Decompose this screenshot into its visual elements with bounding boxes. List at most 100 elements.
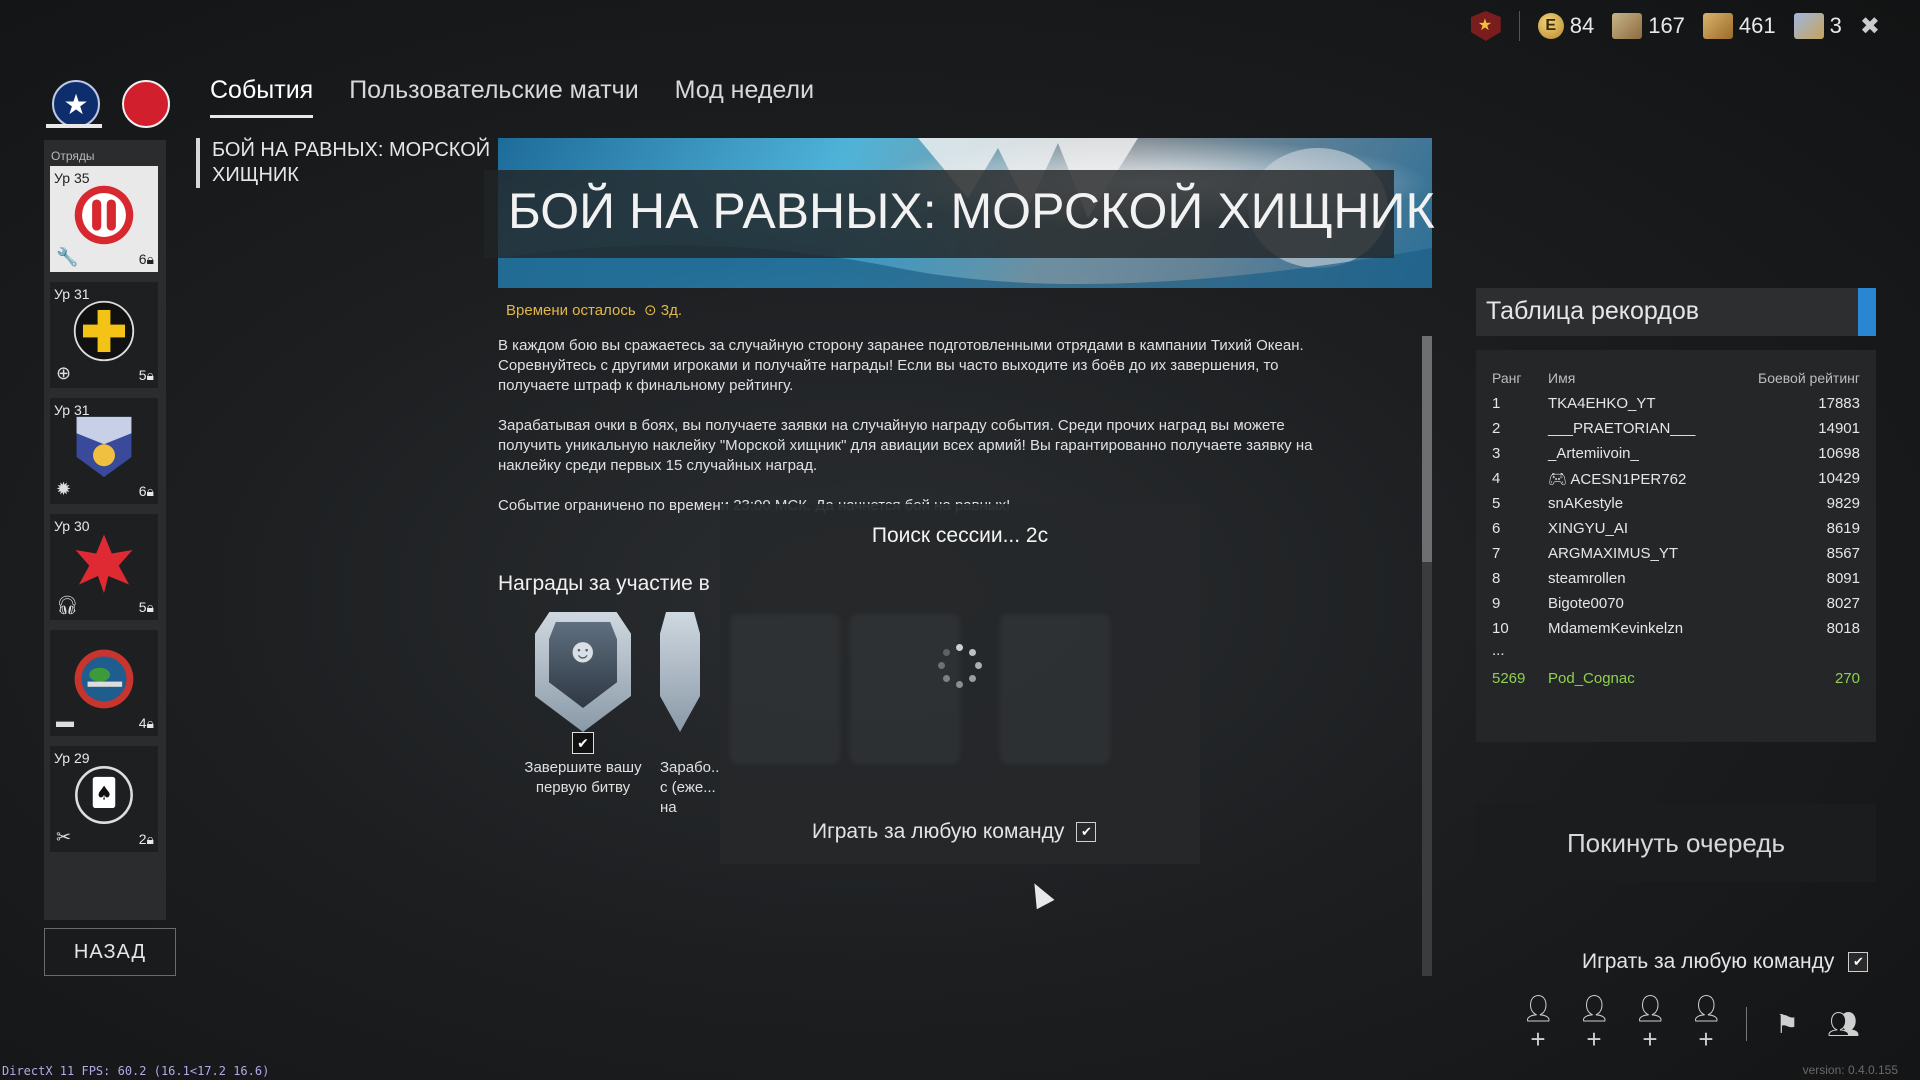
flag-icon[interactable]: ⚑ [1771, 1009, 1803, 1040]
gold-orders-value: 461 [1738, 13, 1776, 38]
score-cell: 8027 [1826, 595, 1860, 612]
premium-orders-balance[interactable]: 3 [1793, 13, 1842, 39]
squad-card[interactable]: Ур 29 ♠ ✂ 2🔒︎ [50, 746, 158, 852]
squad-card[interactable]: Ур 31 ✹ 6🔒︎ [50, 398, 158, 504]
reward-item[interactable]: ☻ ✔ Завершите вашу первую битву [508, 612, 658, 798]
gold-coin-balance[interactable]: E 84 [1537, 13, 1594, 39]
tab-custom-matches[interactable]: Пользовательские матчи [349, 76, 638, 118]
event-title: БОЙ НА РАВНЫХ: МОРСКОЙ ХИЩНИК [508, 183, 1435, 239]
name-cell: XINGYU_AI [1548, 520, 1629, 537]
name-cell: snAKestyle [1548, 495, 1624, 512]
name-cell: MdamemKevinkelzn [1548, 620, 1684, 637]
clock-icon: ⊙ [639, 302, 657, 319]
squad-count: 2🔒︎ [138, 831, 154, 847]
faction-active-indicator [46, 124, 102, 128]
table-row[interactable]: 1 TKA4EHKO_YT 17883 [1476, 395, 1876, 420]
add-friend-icon[interactable]: 👤︎+ [1578, 993, 1611, 1055]
currency-bar: ★ E 84 167 461 3 ✖ [1470, 10, 1880, 42]
table-row[interactable]: 8 steamrollen 8091 [1476, 570, 1876, 595]
table-row[interactable]: 6 XINGYU_AI 8619 [1476, 520, 1876, 545]
table-row[interactable]: 4 🎮︎ ACESN1PER762 10429 [1476, 470, 1876, 495]
name-cell: steamrollen [1548, 570, 1626, 587]
session-search-modal: Поиск сессии... 2с Играть за любую коман… [720, 504, 1200, 864]
rank-cell: 4 [1492, 470, 1501, 487]
name-cell: ARGMAXIMUS_YT [1548, 545, 1679, 562]
table-row[interactable]: 9 Bigote0070 8027 [1476, 595, 1876, 620]
gold-orders-balance[interactable]: 461 [1702, 13, 1776, 39]
orders-value: 167 [1648, 13, 1685, 38]
rank-cell: 10 [1492, 620, 1509, 637]
search-title: Поиск сессии... 2с [871, 524, 1049, 547]
scrollbar-thumb[interactable] [1422, 336, 1432, 562]
squads-panel: Отряды Ур 35 🔧 6🔒︎ Ур 31 ⊕ 5🔒︎ Ур 31 ✹ 6… [44, 140, 166, 920]
rewards-title: Награды за участие в [498, 572, 710, 595]
table-row[interactable]: 3 _Artemiivoin_ 10698 [1476, 445, 1876, 470]
gold-order-icon [1702, 13, 1733, 39]
fps-counter: DirectX 11 FPS: 60.2 (16.1<17.2 16.6) [2, 1064, 270, 1078]
squad-card[interactable]: Ур 31 ⊕ 5🔒︎ [50, 282, 158, 388]
rank-cell: 8 [1492, 570, 1501, 587]
add-friend-icon[interactable]: 👤︎+ [1690, 993, 1723, 1055]
soldier-badge-icon: ☻ [535, 612, 631, 732]
rank-star-icon[interactable]: ★ [1470, 11, 1501, 41]
close-icon[interactable]: ✖ [1860, 12, 1880, 41]
score-cell: 17883 [1818, 395, 1860, 412]
premium-orders-value: 3 [1829, 13, 1842, 38]
svg-text:♠: ♠ [95, 782, 112, 804]
event-list-item[interactable]: БОЙ НА РАВНЫХ: МОРСКОЙ ХИЩНИК [196, 138, 512, 188]
description-paragraph: В каждом бою вы сражаетесь за случайную … [498, 337, 1304, 394]
wrench-icon: 🔧 [56, 247, 79, 267]
table-row-self[interactable]: 5269 Pod_Cognac 270 [1476, 670, 1876, 695]
add-friend-icon[interactable]: 👤︎+ [1634, 993, 1667, 1055]
name-cell: Bigote0070 [1548, 595, 1624, 612]
col-name: Имя [1548, 370, 1576, 386]
score-cell: 8091 [1826, 570, 1860, 587]
score-cell: 9829 [1826, 495, 1860, 512]
squad-card[interactable]: Ур 35 🔧 6🔒︎ [50, 166, 158, 272]
checkmark-icon: ✔ [572, 732, 594, 754]
table-row[interactable]: 7 ARGMAXIMUS_YT 8567 [1476, 545, 1876, 570]
any-team-checkbox[interactable]: ✔ [1848, 952, 1869, 972]
tank-icon: ▬ [56, 711, 74, 731]
squad-card[interactable]: Ур 30 🎧︎ 5🔒︎ [50, 514, 158, 620]
gold-coin-icon: E [1537, 13, 1564, 39]
loading-spinner-icon [938, 644, 982, 688]
back-button[interactable]: НАЗАД [44, 928, 176, 976]
squad-count: 6🔒︎ [138, 251, 154, 267]
col-score: Боевой рейтинг [1758, 370, 1860, 386]
squad-count: 4🔒︎ [138, 715, 154, 731]
group-icon[interactable]: 👥︎ [1827, 1009, 1860, 1040]
score-cell: 10429 [1818, 470, 1860, 487]
mouse-cursor-icon [1025, 878, 1055, 910]
modal-any-team-option[interactable]: Играть за любую команду ✔ [812, 820, 1097, 844]
headset-icon: 🎧︎ [56, 595, 79, 615]
rank-cell: 1 [1492, 395, 1501, 412]
table-row[interactable]: 5 snAKestyle 9829 [1476, 495, 1876, 520]
any-team-option[interactable]: Играть за любую команду ✔ [1582, 950, 1869, 974]
reward-item[interactable]: Зарабо... с (еже... на [660, 612, 720, 818]
time-left-value: 3д. [660, 302, 682, 319]
squad-card[interactable]: ▬ 4🔒︎ [50, 630, 158, 736]
any-team-checkbox[interactable]: ✔ [1076, 822, 1097, 842]
tab-mod-of-week[interactable]: Мод недели [675, 76, 814, 118]
rank-cell: 5 [1492, 495, 1501, 512]
main-tabs: События Пользовательские матчи Мод недел… [210, 76, 814, 118]
lion-emblem [72, 412, 136, 482]
japan-sun-icon[interactable] [122, 80, 170, 128]
party-controls: 👤︎+ 👤︎+ 👤︎+ 👤︎+ ⚑ 👥︎ [1522, 993, 1860, 1055]
reward-caption: Завершите вашу первую битву [524, 759, 642, 796]
table-row[interactable]: 2 ___PRAETORIAN___ 14901 [1476, 420, 1876, 445]
fire-icon: ✹ [56, 479, 72, 499]
score-cell: 8619 [1826, 520, 1860, 537]
tab-events[interactable]: События [210, 76, 314, 118]
table-header: Ранг Имя Боевой рейтинг [1476, 370, 1876, 395]
rank-cell: 6 [1492, 520, 1501, 537]
time-left: Времени осталось ⊙ 3д. [506, 301, 682, 319]
orders-balance[interactable]: 167 [1612, 13, 1685, 39]
rank-cell: 3 [1492, 445, 1501, 462]
score-cell: 14901 [1818, 420, 1860, 437]
usa-star-icon[interactable]: ★ [52, 80, 100, 128]
leave-queue-button[interactable]: Покинуть очередь [1476, 804, 1876, 882]
add-friend-icon[interactable]: 👤︎+ [1522, 993, 1555, 1055]
score-cell: 8567 [1826, 545, 1860, 562]
